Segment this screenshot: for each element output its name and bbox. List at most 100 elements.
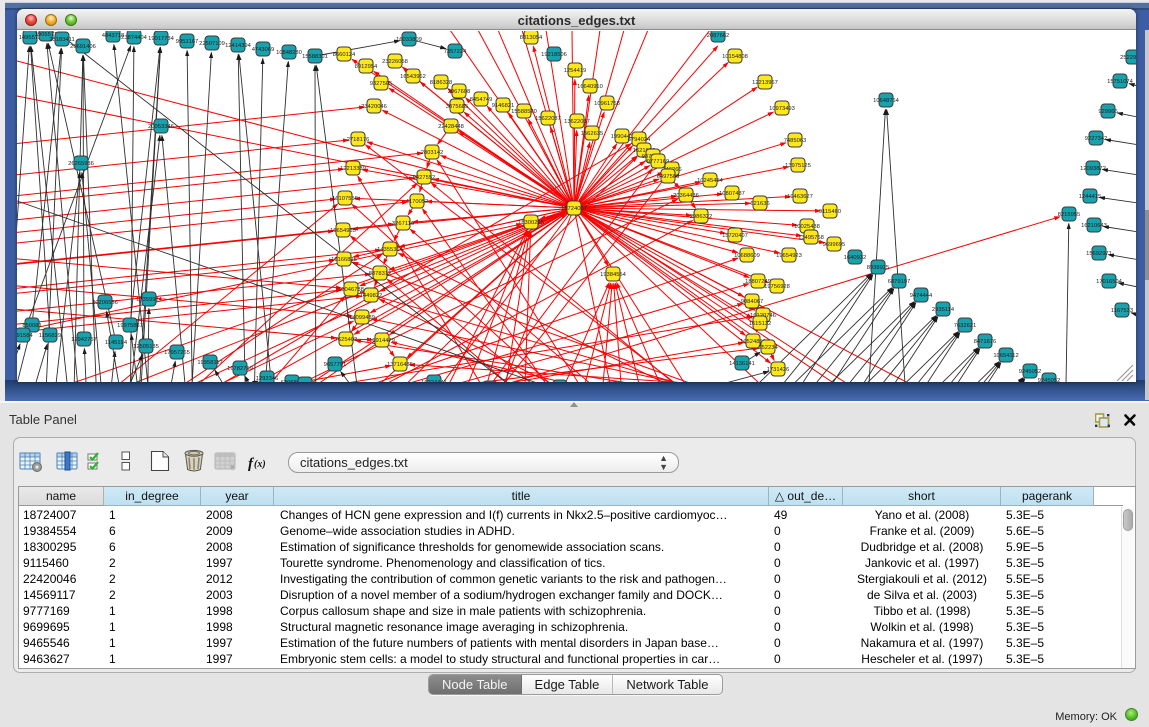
svg-text:4743069: 4743069	[252, 47, 275, 53]
svg-text:20206556: 20206556	[92, 300, 118, 306]
svg-text:1731426: 1731426	[767, 367, 790, 373]
svg-text:8660124: 8660124	[333, 52, 356, 58]
svg-text:19756928: 19756928	[764, 284, 790, 290]
svg-text:16224441: 16224441	[421, 380, 447, 382]
svg-text:9699695: 9699695	[823, 242, 846, 248]
svg-text:12505135: 12505135	[133, 344, 159, 350]
svg-text:14355364: 14355364	[377, 247, 404, 253]
svg-text:1292346: 1292346	[256, 376, 279, 382]
svg-text:8471676: 8471676	[974, 339, 997, 345]
svg-text:1254419: 1254419	[564, 68, 587, 74]
svg-text:1167533: 1167533	[1111, 308, 1133, 314]
svg-text:16914479: 16914479	[369, 338, 395, 344]
svg-text:1615132: 1615132	[749, 321, 772, 327]
svg-text:13975125: 13975125	[785, 163, 811, 169]
svg-text:9227342: 9227342	[1085, 136, 1108, 142]
svg-text:22428448: 22428448	[438, 124, 464, 130]
svg-text:(x): (x)	[254, 459, 266, 470]
svg-text:23226058: 23226058	[382, 59, 408, 65]
svg-text:8912954: 8912954	[355, 64, 378, 70]
svg-text:2986322: 2986322	[690, 214, 713, 220]
svg-text:15588301: 15588301	[302, 54, 328, 60]
svg-text:15751074: 15751074	[1107, 79, 1134, 85]
svg-text:8878312: 8878312	[369, 271, 392, 277]
svg-text:3267110: 3267110	[392, 221, 414, 227]
svg-text:9115460: 9115460	[819, 209, 841, 215]
svg-text:20691406: 20691406	[70, 44, 96, 50]
svg-text:10848230: 10848230	[276, 50, 302, 56]
svg-text:391584: 391584	[17, 333, 33, 339]
svg-text:20364436: 20364436	[673, 193, 699, 199]
svg-text:8454749: 8454749	[470, 97, 493, 103]
svg-text:19218506: 19218506	[541, 52, 567, 58]
svg-text:25183411: 25183411	[49, 37, 74, 43]
svg-text:19654923: 19654923	[776, 253, 802, 259]
svg-text:12213389: 12213389	[340, 166, 366, 172]
svg-text:929966: 929966	[1098, 109, 1117, 115]
svg-text:10025438: 10025438	[794, 224, 820, 230]
svg-text:16210643: 16210643	[1081, 223, 1107, 229]
svg-text:12942757: 12942757	[71, 337, 97, 343]
svg-text:23874404: 23874404	[121, 35, 148, 41]
svg-text:7625402: 7625402	[335, 337, 358, 343]
svg-text:6879197: 6879197	[888, 279, 911, 285]
svg-text:14099489: 14099489	[349, 315, 375, 321]
svg-text:17957265: 17957265	[164, 350, 190, 356]
svg-text:7485063: 7485063	[784, 138, 807, 144]
svg-text:2718176: 2718176	[347, 137, 370, 143]
svg-text:8813054: 8813054	[520, 35, 543, 41]
svg-text:10046788: 10046788	[338, 287, 364, 293]
svg-text:15588520: 15588520	[511, 109, 537, 115]
svg-text:10654112: 10654112	[993, 353, 1018, 359]
svg-text:18300295: 18300295	[518, 220, 544, 226]
svg-text:17016504: 17016504	[1096, 279, 1123, 285]
svg-text:9657791: 9657791	[324, 362, 347, 368]
svg-text:10807487: 10807487	[719, 191, 745, 197]
svg-text:26265936: 26265936	[68, 161, 94, 167]
svg-text:9245052: 9245052	[1038, 378, 1061, 382]
svg-text:12414394: 12414394	[225, 43, 252, 49]
svg-text:16543962: 16543962	[400, 74, 426, 80]
svg-text:7632621: 7632621	[954, 323, 977, 329]
svg-text:1145194: 1145194	[105, 340, 128, 346]
svg-text:22507109: 22507109	[199, 41, 225, 47]
svg-text:3875685: 3875685	[446, 104, 469, 110]
svg-text:8938925: 8938925	[867, 265, 890, 271]
svg-text:12213967: 12213967	[752, 80, 778, 86]
svg-text:2803142: 2803142	[421, 150, 444, 156]
svg-text:8215955: 8215955	[1058, 212, 1081, 218]
svg-text:13716485: 13716485	[387, 362, 413, 368]
svg-text:16107556: 16107556	[332, 196, 358, 202]
svg-text:19166825: 19166825	[331, 257, 357, 263]
svg-text:10245454: 10245454	[697, 178, 724, 184]
svg-text:25229388: 25229388	[1120, 55, 1136, 61]
svg-text:252234: 252234	[758, 345, 778, 351]
svg-text:16782759: 16782759	[227, 366, 253, 372]
svg-text:10961758: 10961758	[594, 101, 620, 107]
svg-text:10154808: 10154808	[722, 54, 748, 60]
svg-text:2087662: 2087662	[707, 33, 730, 39]
svg-text:18724007: 18724007	[561, 206, 587, 212]
svg-text:2935114: 2935114	[932, 307, 955, 313]
svg-text:17359924: 17359924	[136, 297, 163, 303]
svg-text:10688609: 10688609	[734, 253, 760, 259]
svg-text:15720407: 15720407	[722, 233, 748, 239]
svg-text:7357224: 7357224	[444, 49, 467, 55]
svg-text:15692971: 15692971	[1086, 251, 1112, 257]
svg-text:10973493: 10973493	[769, 106, 795, 112]
svg-text:15622037: 15622037	[535, 116, 561, 122]
svg-text:1640932: 1640932	[844, 255, 867, 261]
svg-text:19654985: 19654985	[330, 228, 356, 234]
svg-text:19384554: 19384554	[600, 272, 627, 278]
svg-text:13495758: 13495758	[798, 235, 824, 241]
svg-text:1562635: 1562635	[581, 131, 604, 137]
svg-text:621636: 621636	[750, 201, 769, 207]
svg-text:23420046: 23420046	[361, 104, 387, 110]
svg-text:1156829: 1156829	[39, 333, 61, 339]
svg-text:1449822: 1449822	[360, 293, 383, 299]
svg-text:12093872: 12093872	[1080, 166, 1106, 172]
svg-text:16033809: 16033809	[396, 37, 422, 43]
svg-text:9474444: 9474444	[910, 293, 933, 299]
svg-text:9953167: 9953167	[176, 39, 199, 45]
svg-text:19958117: 19958117	[197, 360, 222, 366]
